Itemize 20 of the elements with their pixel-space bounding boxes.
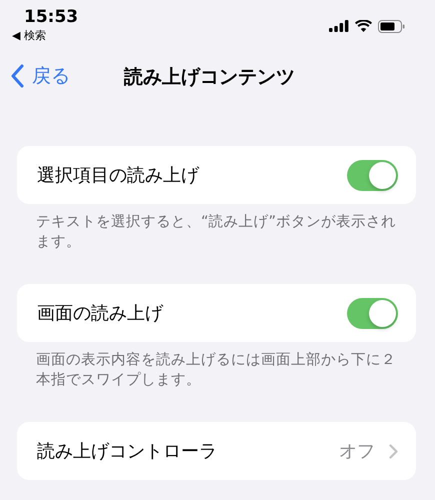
page-title: 読み上げコンテンツ (124, 65, 295, 90)
chevron-left-icon (10, 64, 24, 88)
toggle-switch[interactable] (347, 160, 398, 190)
status-time: 15:53 (24, 6, 78, 28)
toggle-switch[interactable] (347, 298, 398, 328)
footer-note: テキストを選択すると、“読み上げ”ボタンが表示されます。 (36, 213, 398, 252)
chevron-right-icon (389, 444, 398, 458)
footer-note: 画面の表示内容を読み上げるには画面上部から下に２本指でスワイプします。 (36, 350, 397, 390)
wifi-icon (355, 20, 372, 32)
settings-row[interactable]: 読み上げコントローラ オフ (17, 422, 416, 480)
settings-row[interactable]: 選択項目の読み上げ (17, 146, 416, 204)
settings-row[interactable]: 画面の読み上げ (17, 284, 416, 342)
row-label: 選択項目の読み上げ (37, 164, 200, 187)
battery-icon (378, 20, 405, 32)
row-label: 画面の読み上げ (37, 302, 164, 325)
row-label: 読み上げコントローラ (37, 440, 218, 463)
signal-icon (329, 20, 349, 32)
back-to-app-link[interactable]: ◀ 検索 (12, 28, 78, 44)
row-value: オフ (339, 440, 375, 463)
back-button[interactable]: 戻る (0, 63, 70, 89)
